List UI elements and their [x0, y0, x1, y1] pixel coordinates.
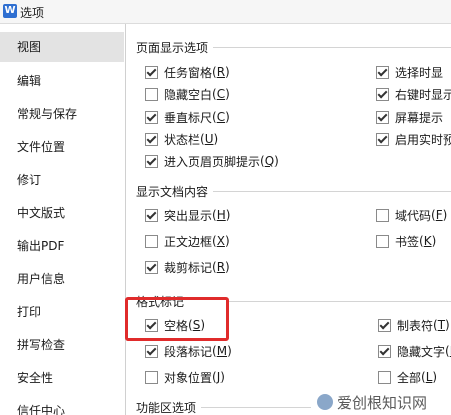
option-field-codes[interactable]: 域代码(F) — [376, 207, 447, 223]
window-title: 选项 — [20, 6, 45, 20]
checkbox[interactable] — [376, 234, 389, 248]
checkbox[interactable] — [145, 208, 158, 222]
checkbox[interactable] — [145, 234, 158, 248]
option-live-preview[interactable]: 启用实时预 — [376, 131, 451, 147]
checkbox[interactable] — [145, 344, 158, 358]
checkbox[interactable] — [376, 87, 389, 101]
option-label: 书签 — [395, 234, 420, 249]
option-access-key: J — [216, 370, 221, 384]
option-access-key: U — [204, 132, 214, 146]
option-access-key: M — [216, 344, 228, 358]
option-label: 进入页眉页脚提示 — [164, 154, 261, 169]
sidebar-item-chinese-layout[interactable]: 中文版式 — [0, 198, 124, 228]
option-label: 裁剪标记 — [164, 260, 213, 275]
sidebar-item-edit[interactable]: 编辑 — [0, 66, 124, 96]
option-vertical-ruler[interactable]: 垂直标尺(C) — [145, 109, 230, 125]
checkbox[interactable] — [378, 370, 391, 384]
wps-app-icon: W — [3, 4, 17, 18]
option-all-marks[interactable]: 全部(L) — [378, 369, 437, 385]
section-divider — [213, 47, 451, 48]
option-paragraph-marks[interactable]: 段落标记(M) — [145, 343, 232, 359]
checkbox[interactable] — [376, 110, 389, 124]
option-access-key: T — [437, 318, 446, 332]
section-title-ribbon: 功能区选项 — [136, 401, 197, 415]
option-label: 正文边框 — [164, 234, 213, 249]
option-hide-blank[interactable]: 隐藏空白(C) — [145, 86, 230, 102]
option-label: 状态栏 — [164, 132, 201, 147]
option-access-key: R — [216, 65, 226, 79]
options-dialog: W 选项 视图 编辑 常规与保存 文件位置 修订 中文版式 输出PDF 用户信息… — [0, 0, 451, 415]
option-label: 启用实时预 — [395, 132, 451, 147]
options-sidebar: 视图 编辑 常规与保存 文件位置 修订 中文版式 输出PDF 用户信息 打印 拼… — [0, 24, 126, 415]
option-label: 段落标记 — [164, 344, 213, 359]
option-label: 屏幕提示 — [395, 110, 444, 125]
option-highlight[interactable]: 突出显示(H) — [145, 207, 230, 223]
option-show-on-select[interactable]: 选择时显 — [376, 64, 443, 80]
checkbox[interactable] — [376, 208, 389, 222]
sidebar-item-print[interactable]: 打印 — [0, 297, 124, 327]
section-divider — [213, 191, 451, 192]
option-bookmarks[interactable]: 书签(K) — [376, 233, 436, 249]
watermark: 爱创根知识网 — [317, 392, 427, 413]
sidebar-item-user-info[interactable]: 用户信息 — [0, 264, 124, 294]
option-crop-marks[interactable]: 裁剪标记(R) — [145, 259, 230, 275]
checkbox[interactable] — [145, 110, 158, 124]
checkbox[interactable] — [378, 344, 391, 358]
sidebar-item-view[interactable]: 视图 — [0, 32, 124, 62]
option-label: 域代码 — [395, 208, 432, 223]
option-tab-characters[interactable]: 制表符(T) — [378, 317, 450, 333]
sidebar-item-revision[interactable]: 修订 — [0, 165, 124, 195]
sidebar-item-security[interactable]: 安全性 — [0, 363, 124, 393]
sidebar-item-export-pdf[interactable]: 输出PDF — [0, 231, 124, 261]
checkbox[interactable] — [145, 260, 158, 274]
option-access-key: K — [423, 234, 432, 248]
option-text-boundaries[interactable]: 正文边框(X) — [145, 233, 230, 249]
option-access-key: C — [216, 110, 226, 124]
checkbox[interactable] — [376, 132, 389, 146]
section-divider — [228, 301, 451, 302]
option-access-key: H — [216, 208, 226, 222]
sidebar-item-spellcheck[interactable]: 拼写检查 — [0, 330, 124, 360]
option-access-key: F — [435, 208, 443, 222]
option-status-bar[interactable]: 状态栏(U) — [145, 131, 218, 147]
checkbox[interactable] — [145, 154, 158, 168]
option-access-key: Q — [264, 154, 275, 168]
watermark-logo-icon — [317, 394, 333, 410]
checkbox[interactable] — [145, 87, 158, 101]
checkbox[interactable] — [145, 132, 158, 146]
sidebar-item-general-save[interactable]: 常规与保存 — [0, 99, 124, 129]
option-label: 制表符 — [397, 318, 434, 333]
option-label: 垂直标尺 — [164, 110, 213, 125]
checkbox[interactable] — [378, 318, 391, 332]
option-access-key: R — [216, 260, 226, 274]
option-object-anchors[interactable]: 对象位置(J) — [145, 369, 225, 385]
checkbox[interactable] — [145, 65, 158, 79]
checkbox[interactable] — [145, 370, 158, 384]
option-hidden-text[interactable]: 隐藏文字(D) — [378, 343, 451, 359]
option-label: 右键时显示 — [395, 87, 451, 102]
watermark-text: 爱创根知识网 — [337, 394, 428, 412]
option-label: 对象位置 — [164, 370, 213, 385]
option-screen-tips[interactable]: 屏幕提示 — [376, 109, 443, 125]
option-label: 选择时显 — [395, 65, 444, 80]
highlight-annotation-box — [125, 297, 229, 341]
checkbox[interactable] — [376, 65, 389, 79]
option-label: 隐藏空白 — [164, 87, 213, 102]
option-show-on-right-click[interactable]: 右键时显示 — [376, 86, 451, 102]
option-label: 隐藏文字 — [397, 344, 446, 359]
sidebar-item-file-location[interactable]: 文件位置 — [0, 132, 124, 162]
option-access-key: L — [425, 370, 433, 384]
option-access-key: C — [216, 87, 226, 101]
section-divider — [201, 407, 311, 408]
option-task-pane[interactable]: 任务窗格(R) — [145, 64, 230, 80]
title-bar: W 选项 — [0, 0, 451, 24]
option-label: 突出显示 — [164, 208, 213, 223]
option-label: 任务窗格 — [164, 65, 213, 80]
option-header-footer-hint[interactable]: 进入页眉页脚提示(Q) — [145, 153, 279, 169]
option-access-key: X — [216, 234, 225, 248]
sidebar-item-trust-center[interactable]: 信任中心 — [0, 396, 124, 415]
section-title-document-content: 显示文档内容 — [136, 185, 209, 199]
section-title-page-display: 页面显示选项 — [136, 41, 209, 55]
option-label: 全部 — [397, 370, 422, 385]
